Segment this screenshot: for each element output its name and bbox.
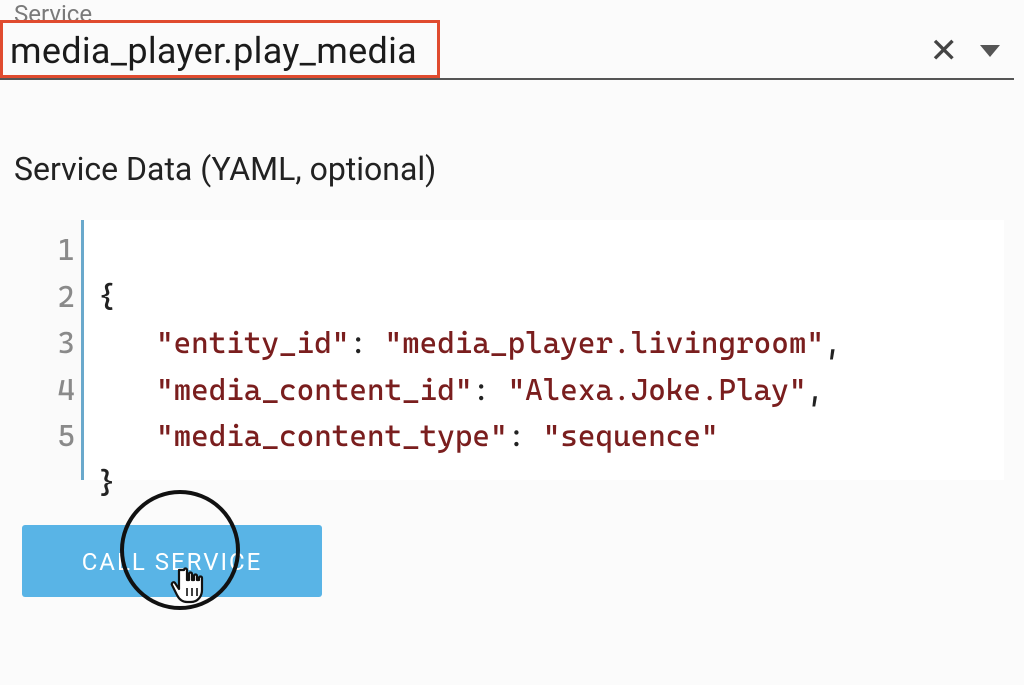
editor-gutter: 1 2 3 4 5 (40, 220, 84, 480)
line-number: 4 (40, 368, 75, 415)
chevron-down-icon[interactable] (980, 45, 1000, 57)
json-key: "media_content_type" (156, 419, 508, 454)
service-field[interactable]: media_player.play_media ✕ (0, 24, 1014, 80)
clear-icon[interactable]: ✕ (916, 31, 973, 71)
call-service-button[interactable]: CALL SERVICE (22, 525, 322, 597)
json-key: "media_content_id" (156, 373, 472, 408)
service-field-value[interactable]: media_player.play_media (10, 30, 916, 72)
yaml-editor[interactable]: 1 2 3 4 5 { "entity_id": "media_player.l… (40, 220, 1004, 480)
line-number: 1 (40, 228, 75, 275)
editor-code[interactable]: { "entity_id": "media_player.livingroom"… (84, 220, 842, 480)
brace-open: { (98, 280, 116, 315)
brace-close: } (98, 466, 116, 501)
json-string: "media_player.livingroom" (385, 326, 824, 361)
json-string: "sequence" (543, 419, 719, 454)
line-number: 3 (40, 321, 75, 368)
line-number: 5 (40, 414, 75, 461)
json-key: "entity_id" (156, 326, 349, 361)
json-string: "Alexa.Joke.Play" (508, 373, 807, 408)
line-number: 2 (40, 275, 75, 322)
service-data-label: Service Data (YAML, optional) (14, 150, 436, 188)
